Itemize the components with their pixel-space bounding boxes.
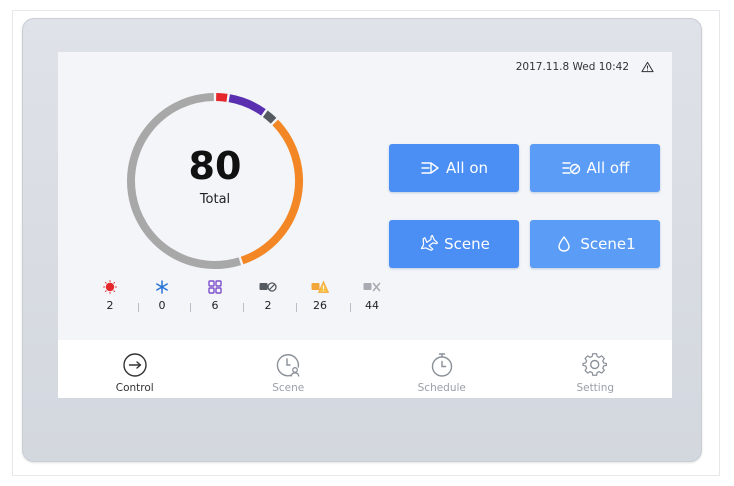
all-on-icon xyxy=(421,162,439,174)
screen: 2017.11.8 Wed 10:42 80 Total 2 0 6 2 26 … xyxy=(58,52,672,398)
stat-divider xyxy=(243,303,244,312)
scene-icon xyxy=(277,354,300,377)
scene1-label: Scene1 xyxy=(580,235,636,253)
all-off-button[interactable]: All off xyxy=(530,144,660,192)
snowflake-icon xyxy=(156,280,168,294)
stat-disconnected-value: 44 xyxy=(365,299,379,312)
control-icon xyxy=(123,353,147,377)
nav-control-label: Control xyxy=(115,382,154,394)
total-label: Total xyxy=(199,192,231,207)
stat-disconnected[interactable]: 44 xyxy=(352,280,392,312)
airplane-icon xyxy=(420,235,439,251)
all-off-label: All off xyxy=(586,159,630,177)
stat-group-value: 6 xyxy=(211,299,219,312)
device-off-icon xyxy=(259,282,277,292)
device-status-ring: 80 Total xyxy=(120,86,310,276)
stat-alarm[interactable]: 2 xyxy=(90,280,130,312)
stat-divider xyxy=(190,303,191,312)
nav-scene-label: Scene xyxy=(272,382,305,394)
stat-cooling[interactable]: 0 xyxy=(142,280,182,312)
device-warning-icon xyxy=(311,280,329,293)
datetime: 2017.11.8 Wed 10:42 xyxy=(515,61,629,73)
all-on-button[interactable]: All on xyxy=(389,144,519,192)
scene-label: Scene xyxy=(444,235,490,253)
timer-icon xyxy=(431,353,452,377)
grid-icon xyxy=(208,280,222,294)
stat-cooling-value: 0 xyxy=(158,299,166,312)
all-on-label: All on xyxy=(445,159,489,177)
ring-segment-offline xyxy=(262,110,277,124)
stat-offline[interactable]: 2 xyxy=(248,280,288,312)
total-count: 80 xyxy=(188,144,242,188)
nav-setting-label: Setting xyxy=(576,382,615,394)
ring-segment-fault xyxy=(216,93,228,102)
status-counts: 2 0 6 2 26 44 xyxy=(90,280,381,320)
scene-button[interactable]: Scene xyxy=(389,220,519,268)
stat-divider xyxy=(350,303,351,312)
device-disconnected-icon xyxy=(363,282,381,292)
status-bar: 2017.11.8 Wed 10:42 xyxy=(516,58,654,76)
stat-alarm-value: 2 xyxy=(106,299,114,312)
alarm-icon xyxy=(103,280,117,294)
nav-schedule-label: Schedule xyxy=(417,382,466,394)
droplet-icon xyxy=(558,236,571,252)
stat-group[interactable]: 6 xyxy=(195,280,235,312)
all-off-icon xyxy=(561,162,580,175)
stat-warning-value: 26 xyxy=(313,299,327,312)
bottom-nav: Control Scene Schedule Setting xyxy=(58,340,672,398)
nav-control[interactable]: Control xyxy=(58,340,212,398)
scene1-button[interactable]: Scene1 xyxy=(530,220,660,268)
ring-segment-group xyxy=(228,94,266,116)
nav-schedule[interactable]: Schedule xyxy=(365,340,519,398)
stat-warning[interactable]: 26 xyxy=(300,280,340,312)
warning-triangle-icon[interactable] xyxy=(641,61,654,73)
stat-divider xyxy=(138,303,139,312)
gear-icon xyxy=(582,353,608,376)
nav-setting[interactable]: Setting xyxy=(519,340,673,398)
nav-scene[interactable]: Scene xyxy=(212,340,366,398)
stat-offline-value: 2 xyxy=(264,299,272,312)
stat-divider xyxy=(296,303,297,312)
